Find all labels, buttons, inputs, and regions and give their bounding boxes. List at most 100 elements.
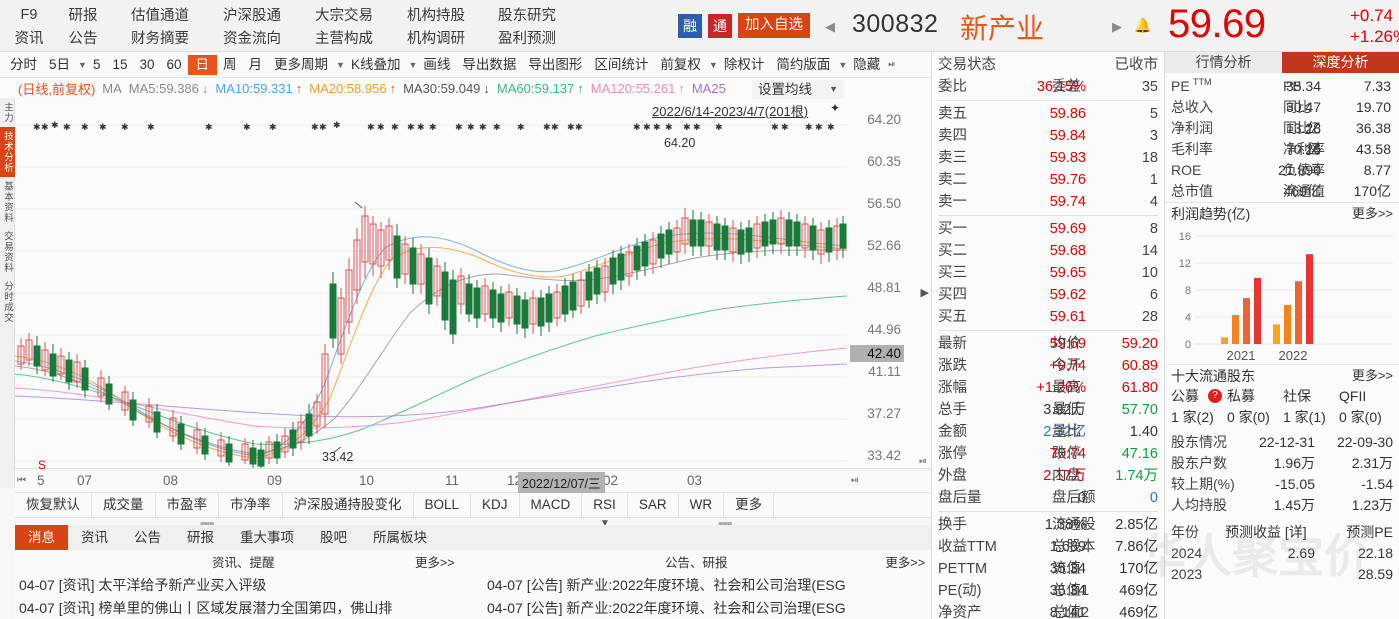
vtab-trading-info[interactable]: 交易资料 bbox=[0, 227, 15, 277]
ask-row-1[interactable]: 卖一 59.74 4 bbox=[932, 191, 1164, 213]
bid-row-2[interactable]: 买二 59.68 14 bbox=[932, 240, 1164, 262]
ask-row-2[interactable]: 卖二 59.76 1 bbox=[932, 169, 1164, 191]
indicator-wr[interactable]: WR bbox=[679, 492, 725, 518]
more-periods-caret-icon[interactable]: ▼ bbox=[336, 60, 345, 70]
vtab-technical-analysis[interactable]: 技术分析 bbox=[0, 127, 15, 177]
news-row-right-1[interactable]: 04-07 [公告] 新产业:2022年度环境、社会和公司治理(ESG bbox=[487, 575, 931, 595]
indicator-sar[interactable]: SAR bbox=[628, 492, 679, 518]
period-60min[interactable]: 60 bbox=[161, 55, 188, 75]
period-5min[interactable]: 5 bbox=[87, 55, 107, 75]
news-tab-sectors[interactable]: 所属板块 bbox=[360, 525, 440, 550]
simple-layout[interactable]: 简约版面 bbox=[770, 55, 836, 75]
news-tab-research[interactable]: 研报 bbox=[174, 525, 227, 550]
bid-row-3[interactable]: 买三 59.65 10 bbox=[932, 262, 1164, 284]
vtab-main-force[interactable]: 主力 bbox=[0, 98, 15, 127]
nav-business-composition[interactable]: 主营构成 bbox=[298, 27, 390, 48]
news-left-more[interactable]: 更多>> bbox=[415, 552, 455, 571]
period-30min[interactable]: 30 bbox=[133, 55, 160, 75]
indicator-kdj[interactable]: KDJ bbox=[471, 492, 520, 518]
indicator-volume[interactable]: 成交量 bbox=[92, 492, 156, 518]
axis-scroll-icon[interactable]: ⏯ bbox=[919, 456, 927, 467]
top-holders-more[interactable]: 更多>> bbox=[1352, 365, 1393, 387]
bid-row-1[interactable]: 买一 59.69 8 bbox=[932, 218, 1164, 240]
nav-financial-summary[interactable]: 财务摘要 bbox=[114, 27, 206, 48]
draw-line[interactable]: 画线 bbox=[417, 55, 456, 75]
adjust-caret-icon[interactable]: ▼ bbox=[709, 60, 718, 70]
period-monthly[interactable]: 月 bbox=[243, 55, 269, 75]
alert-bell-icon[interactable]: 🔔 bbox=[1134, 17, 1151, 34]
nav-announcement[interactable]: 公告 bbox=[52, 27, 114, 48]
nav-news[interactable]: 资讯 bbox=[6, 27, 52, 48]
period-5day[interactable]: 5日 bbox=[43, 55, 76, 75]
overlay-caret-icon[interactable]: ▼ bbox=[408, 60, 417, 70]
ex-rights-calc[interactable]: 除权计 bbox=[718, 55, 771, 75]
indicator-restore-default[interactable]: 恢复默认 bbox=[15, 492, 92, 518]
layout-caret-icon[interactable]: ▼ bbox=[838, 60, 847, 70]
ask-row-3[interactable]: 卖三 59.83 18 bbox=[932, 147, 1164, 169]
hide-more-icon[interactable]: ⏯ bbox=[888, 59, 895, 70]
x-tick-1: 07 bbox=[77, 473, 93, 488]
news-tab-forum[interactable]: 股吧 bbox=[307, 525, 360, 550]
add-to-watchlist-button[interactable]: 加入自选 bbox=[738, 13, 810, 38]
more-periods[interactable]: 更多周期 bbox=[268, 55, 334, 75]
export-chart[interactable]: 导出图形 bbox=[522, 55, 588, 75]
stat-row-outer: 外盘 2.17万 内盘 1.74万 bbox=[932, 465, 1164, 487]
nav-f9[interactable]: F9 bbox=[6, 7, 52, 23]
news-row-right-2[interactable]: 04-07 [公告] 新产业:2022年度环境、社会和公司治理(ESG bbox=[487, 598, 931, 618]
next-stock-arrow-icon[interactable]: ▶ bbox=[1112, 19, 1122, 35]
period-daily[interactable]: 日 bbox=[187, 54, 218, 75]
news-row-left-2[interactable]: 04-07 [资讯] 榜单里的佛山丨区域发展潜力全国第四，佛山排 bbox=[19, 598, 489, 618]
nav-institutional-survey[interactable]: 机构调研 bbox=[390, 27, 482, 48]
indicator-pb[interactable]: 市净率 bbox=[219, 492, 283, 518]
nav-institutional-holdings[interactable]: 机构持股 bbox=[390, 4, 482, 25]
ask-row-5[interactable]: 卖五 59.86 5 bbox=[932, 103, 1164, 125]
news-tab-announcements[interactable]: 公告 bbox=[121, 525, 174, 550]
nav-profit-forecast[interactable]: 盈利预测 bbox=[482, 27, 572, 48]
vtab-basic-info[interactable]: 基本资料 bbox=[0, 177, 15, 227]
bid-row-4[interactable]: 买四 59.62 6 bbox=[932, 284, 1164, 306]
nav-research-report[interactable]: 研报 bbox=[52, 4, 114, 25]
pin-icon[interactable]: ✦ bbox=[830, 101, 840, 115]
ask-row-4[interactable]: 卖四 59.84 3 bbox=[932, 125, 1164, 147]
axis-expand-arrow-icon[interactable]: ▶ bbox=[921, 286, 929, 299]
hide-panel[interactable]: 隐藏 bbox=[847, 55, 886, 75]
nav-stock-connect[interactable]: 沪深股通 bbox=[206, 4, 298, 25]
indicator-boll[interactable]: BOLL bbox=[414, 492, 472, 518]
nav-block-trade[interactable]: 大宗交易 bbox=[298, 4, 390, 25]
scroll-right-icon[interactable]: ⏯ bbox=[851, 475, 859, 486]
indicator-rsi[interactable]: RSI bbox=[582, 492, 628, 518]
tab-deep-analysis[interactable]: 深度分析 bbox=[1282, 52, 1399, 73]
set-moving-average-dropdown[interactable]: 设置均线 ▼ bbox=[752, 80, 844, 99]
tab-market-analysis[interactable]: 行情分析 bbox=[1165, 52, 1282, 73]
set-ma-caret-icon[interactable]: ▼ bbox=[829, 80, 838, 99]
overlay-kline[interactable]: K线叠加 bbox=[345, 55, 407, 75]
bid-row-5[interactable]: 买五 59.61 28 bbox=[932, 306, 1164, 328]
indicator-stock-connect-holdings[interactable]: 沪深股通持股变化 bbox=[283, 492, 414, 518]
nav-capital-flow[interactable]: 资金流向 bbox=[206, 27, 298, 48]
help-icon[interactable]: ? bbox=[1208, 389, 1222, 403]
news-tab-major-events[interactable]: 重大事项 bbox=[227, 525, 307, 550]
period-5day-caret-icon[interactable]: ▼ bbox=[78, 60, 87, 70]
nav-shareholder-research[interactable]: 股东研究 bbox=[482, 4, 572, 25]
period-weekly[interactable]: 周 bbox=[217, 55, 243, 75]
period-15min[interactable]: 15 bbox=[106, 55, 133, 75]
profit-trend-more[interactable]: 更多>> bbox=[1352, 203, 1393, 225]
range-statistics[interactable]: 区间统计 bbox=[588, 55, 654, 75]
vtab-tick-trades[interactable]: 分时成交 bbox=[0, 277, 15, 327]
indicator-more[interactable]: 更多 bbox=[724, 492, 775, 518]
news-right-more[interactable]: 更多>> bbox=[885, 552, 925, 571]
news-tab-messages[interactable]: 消息 bbox=[15, 525, 68, 550]
price-tick-4: 48.81 bbox=[867, 280, 901, 295]
export-data[interactable]: 导出数据 bbox=[456, 55, 522, 75]
scroll-left-icon[interactable]: ⏮ bbox=[17, 475, 26, 486]
indicator-pe[interactable]: 市盈率 bbox=[156, 492, 219, 518]
news-tab-info[interactable]: 资讯 bbox=[68, 525, 121, 550]
forecast-header-eps[interactable]: 预测收益 [详] bbox=[1225, 522, 1335, 543]
nav-valuation-channel[interactable]: 估值通道 bbox=[114, 4, 206, 25]
adjust-forward[interactable]: 前复权 bbox=[654, 55, 707, 75]
period-intraday[interactable]: 分时 bbox=[4, 55, 43, 75]
indicator-macd[interactable]: MACD bbox=[520, 492, 583, 518]
candlestick-chart[interactable]: ✱ ✱ ✱ ✱ ✱ ✱ ✱ ✱ ✱ ✱ ✱ ✱ ✱ ✱ ✱ ✱ ✱ ✱ ✱ ✱ ✱ ✱ ✱ ✱ ✱ ✱ ✱ ✱ ✱ ✱ … bbox=[15, 98, 847, 468]
news-row-left-1[interactable]: 04-07 [资讯] 太平洋给予新产业买入评级 bbox=[19, 575, 489, 595]
prev-stock-arrow-icon[interactable]: ◀ bbox=[825, 19, 835, 35]
